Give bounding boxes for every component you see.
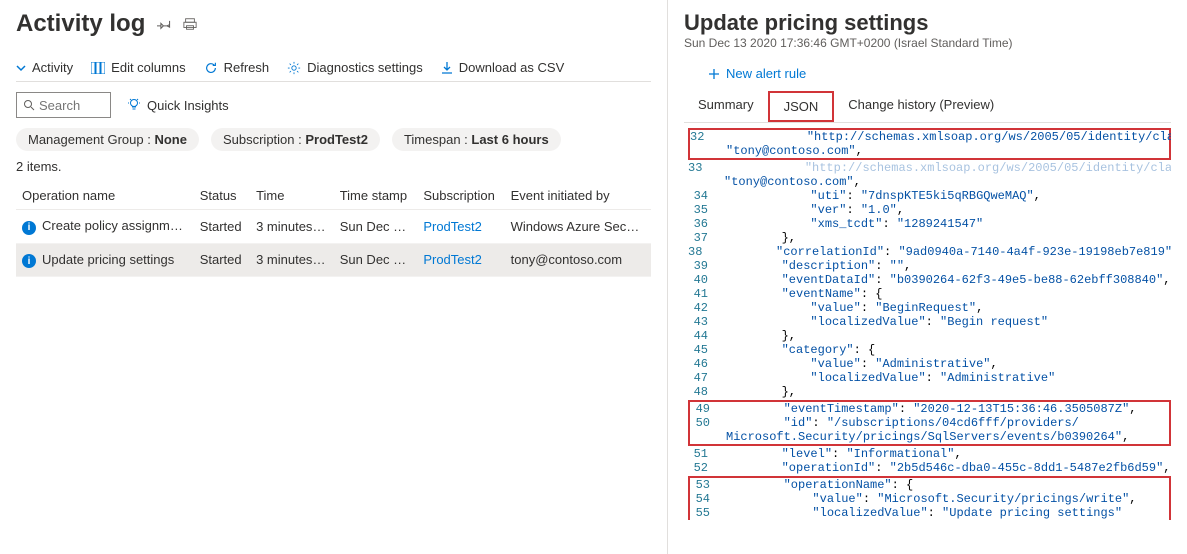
tab-json[interactable]: JSON <box>768 91 835 122</box>
download-csv-button[interactable]: Download as CSV <box>441 60 565 75</box>
print-icon[interactable] <box>183 17 197 31</box>
json-line: "tony@contoso.com", <box>688 175 1171 189</box>
table-row[interactable]: iUpdate pricing settingsStarted3 minutes… <box>16 243 651 277</box>
refresh-icon <box>204 61 218 75</box>
tab-change-history[interactable]: Change history (Preview) <box>834 91 1008 122</box>
pill-timespan[interactable]: Timespan : Last 6 hours <box>392 128 561 151</box>
subscription-link[interactable]: ProdTest2 <box>423 219 482 234</box>
page-title: Activity log <box>16 10 145 38</box>
item-count: 2 items. <box>16 159 651 174</box>
json-line: 42 "value": "BeginRequest", <box>688 301 1171 315</box>
json-line: 49 "eventTimestamp": "2020-12-13T15:36:4… <box>690 402 1169 416</box>
quick-insights-button[interactable]: Quick Insights <box>127 98 229 113</box>
pill-subscription[interactable]: Subscription : ProdTest2 <box>211 128 380 151</box>
json-line: 48 }, <box>688 385 1171 399</box>
info-icon: i <box>22 254 36 268</box>
json-line: 51 "level": "Informational", <box>688 447 1171 461</box>
detail-pane: Update pricing settings Sun Dec 13 2020 … <box>668 0 1187 554</box>
col-operation[interactable]: Operation name <box>16 182 194 210</box>
json-line: 47 "localizedValue": "Administrative" <box>688 371 1171 385</box>
json-line: 54 "value": "Microsoft.Security/pricings… <box>690 492 1169 506</box>
json-viewer[interactable]: 32 "http://schemas.xmlsoap.org/ws/2005/0… <box>684 127 1171 554</box>
json-line: 37 }, <box>688 231 1171 245</box>
json-line: 53 "operationName": { <box>690 478 1169 492</box>
detail-subtitle: Sun Dec 13 2020 17:36:46 GMT+0200 (Israe… <box>684 36 1171 50</box>
col-initiated-by[interactable]: Event initiated by <box>505 182 651 210</box>
edit-columns-button[interactable]: Edit columns <box>91 60 185 75</box>
diagnostics-label: Diagnostics settings <box>307 60 423 75</box>
json-line: 38 "correlationId": "9ad0940a-7140-4a4f-… <box>688 245 1171 259</box>
json-line: 46 "value": "Administrative", <box>688 357 1171 371</box>
quick-insights-label: Quick Insights <box>147 98 229 113</box>
info-icon: i <box>22 221 36 235</box>
new-alert-label: New alert rule <box>726 66 806 81</box>
activity-table: Operation name Status Time Time stamp Su… <box>16 182 651 277</box>
detail-title: Update pricing settings <box>684 10 1171 36</box>
json-line: 40 "eventDataId": "b0390264-62f3-49e5-be… <box>688 273 1171 287</box>
search-input-wrapper[interactable] <box>16 92 111 118</box>
json-line: 39 "description": "", <box>688 259 1171 273</box>
json-line: 32 "http://schemas.xmlsoap.org/ws/2005/0… <box>690 130 1169 144</box>
plus-icon <box>708 68 720 80</box>
activity-dropdown[interactable]: Activity <box>16 60 73 75</box>
subscription-link[interactable]: ProdTest2 <box>423 252 482 267</box>
json-line: 43 "localizedValue": "Begin request" <box>688 315 1171 329</box>
refresh-label: Refresh <box>224 60 270 75</box>
json-line: Microsoft.Security/pricings/SqlServers/e… <box>690 430 1169 444</box>
download-csv-label: Download as CSV <box>459 60 565 75</box>
json-line: 36 "xms_tcdt": "1289241547" <box>688 217 1171 231</box>
json-line: 33 "http://schemas.xmlsoap.org/ws/2005/0… <box>688 161 1171 175</box>
col-timestamp[interactable]: Time stamp <box>334 182 418 210</box>
json-line: 50 "id": "/subscriptions/04cd6fff/provid… <box>690 416 1169 430</box>
activity-label: Activity <box>32 60 73 75</box>
pill-management-group[interactable]: Management Group : None <box>16 128 199 151</box>
refresh-button[interactable]: Refresh <box>204 60 270 75</box>
json-line: 34 "uti": "7dnspKTE5ki5qRBGQweMAQ", <box>688 189 1171 203</box>
col-subscription[interactable]: Subscription <box>417 182 504 210</box>
json-line: 35 "ver": "1.0", <box>688 203 1171 217</box>
diagnostics-button[interactable]: Diagnostics settings <box>287 60 423 75</box>
json-line: 52 "operationId": "2b5d546c-dba0-455c-8d… <box>688 461 1171 475</box>
toolbar: Activity Edit columns Refresh Diagnostic… <box>16 54 651 82</box>
gear-icon <box>287 61 301 75</box>
chevron-down-icon <box>16 63 26 73</box>
table-row[interactable]: iCreate policy assignmentStarted3 minute… <box>16 210 651 244</box>
json-line: 44 }, <box>688 329 1171 343</box>
json-line: "tony@contoso.com", <box>690 144 1169 158</box>
detail-tabs: Summary JSON Change history (Preview) <box>684 91 1171 123</box>
new-alert-rule-button[interactable]: New alert rule <box>708 66 1171 81</box>
pin-icon[interactable] <box>157 17 171 31</box>
search-input[interactable] <box>39 98 104 113</box>
tab-summary[interactable]: Summary <box>684 91 768 122</box>
col-status[interactable]: Status <box>194 182 250 210</box>
filter-pills: Management Group : None Subscription : P… <box>16 128 651 151</box>
col-time[interactable]: Time <box>250 182 334 210</box>
columns-icon <box>91 62 105 74</box>
edit-columns-label: Edit columns <box>111 60 185 75</box>
table-header-row: Operation name Status Time Time stamp Su… <box>16 182 651 210</box>
json-line: 45 "category": { <box>688 343 1171 357</box>
json-line: 41 "eventName": { <box>688 287 1171 301</box>
json-line: 55 "localizedValue": "Update pricing set… <box>690 506 1169 520</box>
search-icon <box>23 99 35 111</box>
activity-log-pane: Activity log Activity Edit columns Refre… <box>0 0 668 554</box>
download-icon <box>441 61 453 75</box>
lightbulb-icon <box>127 98 141 112</box>
